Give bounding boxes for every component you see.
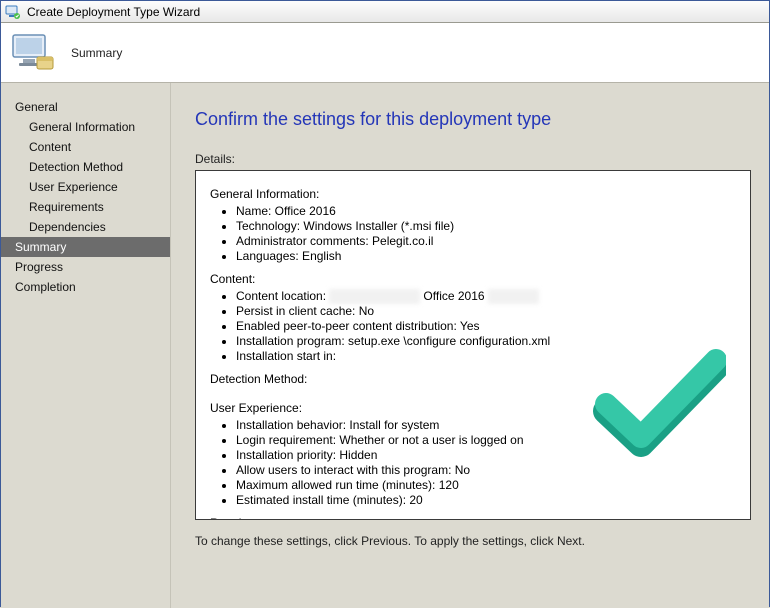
checkmark-icon xyxy=(591,349,726,459)
details-box: General Information: Name: Office 2016 T… xyxy=(195,170,751,520)
list-item: Installation program: setup.exe \configu… xyxy=(236,334,736,349)
list-item: Technology: Windows Installer (*.msi fil… xyxy=(236,219,736,234)
sidebar-item-detection-method[interactable]: Detection Method xyxy=(1,157,170,177)
section-general-info: General Information: xyxy=(210,187,736,202)
sidebar-item-requirements[interactable]: Requirements xyxy=(1,197,170,217)
list-item: Maximum allowed run time (minutes): 120 xyxy=(236,478,736,493)
content-location-visible: Office 2016 xyxy=(420,289,488,303)
list-item: Enabled peer-to-peer content distributio… xyxy=(236,319,736,334)
sidebar-item-content[interactable]: Content xyxy=(1,137,170,157)
sidebar-item-progress[interactable]: Progress xyxy=(1,257,170,277)
window-title: Create Deployment Type Wizard xyxy=(27,5,200,19)
sidebar-item-general[interactable]: General xyxy=(1,97,170,117)
list-item: Persist in client cache: No xyxy=(236,304,736,319)
page-title: Summary xyxy=(71,46,122,60)
titlebar: Create Deployment Type Wizard xyxy=(1,1,769,23)
general-info-list: Name: Office 2016 Technology: Windows In… xyxy=(210,204,736,264)
footer-hint: To change these settings, click Previous… xyxy=(195,534,751,548)
sidebar-item-dependencies[interactable]: Dependencies xyxy=(1,217,170,237)
sidebar-item-user-experience[interactable]: User Experience xyxy=(1,177,170,197)
wizard-icon xyxy=(9,29,57,77)
redacted-text: xxxxx xxx xyxy=(488,289,539,304)
list-item: Administrator comments: Pelegit.co.il xyxy=(236,234,736,249)
list-item: Content location: xxx xxxxx xxxxxx Offic… xyxy=(236,289,736,304)
header-band: Summary xyxy=(1,23,769,83)
section-requirements: Requirements: xyxy=(210,516,736,520)
main-panel: Confirm the settings for this deployment… xyxy=(171,83,769,608)
sidebar-item-general-information[interactable]: General Information xyxy=(1,117,170,137)
sidebar-item-completion[interactable]: Completion xyxy=(1,277,170,297)
list-item: Name: Office 2016 xyxy=(236,204,736,219)
page-heading: Confirm the settings for this deployment… xyxy=(195,109,751,130)
content-location-label: Content location: xyxy=(236,289,329,303)
app-icon xyxy=(5,4,21,20)
section-content: Content: xyxy=(210,272,736,287)
wizard-sidebar: General General Information Content Dete… xyxy=(1,83,171,608)
list-item: Languages: English xyxy=(236,249,736,264)
redacted-text: xxx xxxxx xxxxxx xyxy=(329,289,420,304)
sidebar-item-summary[interactable]: Summary xyxy=(1,237,170,257)
details-label: Details: xyxy=(195,152,751,166)
list-item: Allow users to interact with this progra… xyxy=(236,463,736,478)
list-item: Estimated install time (minutes): 20 xyxy=(236,493,736,508)
